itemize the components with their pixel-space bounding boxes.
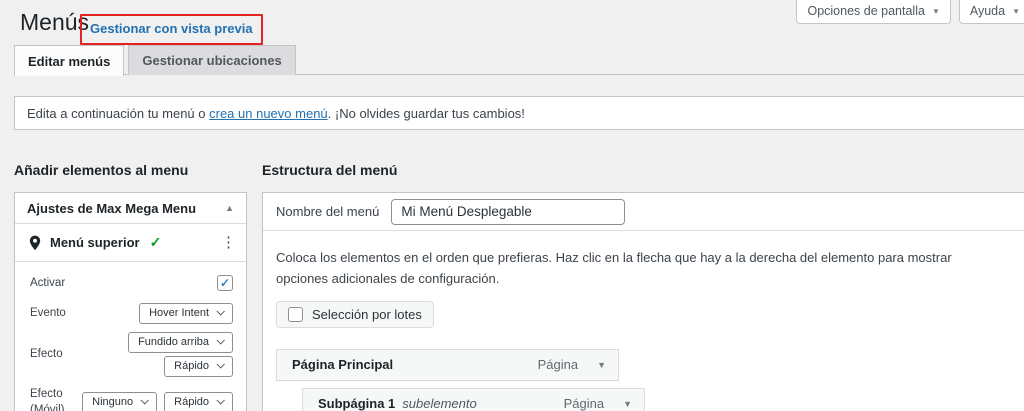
efecto-label: Efecto: [30, 346, 63, 363]
menu-item[interactable]: Subpágina 1 subelemento Página ▼: [302, 388, 645, 411]
item-expand-arrow-icon[interactable]: ▼: [623, 399, 632, 409]
efecto-movil-label: Efecto (Móvil): [30, 386, 65, 411]
evento-label: Evento: [30, 305, 66, 322]
menu-item-type: Página: [538, 357, 578, 372]
chevron-down-icon: [216, 336, 224, 344]
bulk-select-button[interactable]: Selección por lotes: [276, 301, 434, 328]
menu-items-list: Página Principal Página ▼ Subpágina 1 su…: [276, 349, 1004, 411]
help-label: Ayuda: [970, 4, 1005, 18]
chevron-down-icon: ▼: [1012, 7, 1020, 16]
structure-heading: Estructura del menú: [262, 162, 397, 178]
tab-editar-menus[interactable]: Editar menús: [14, 45, 124, 76]
menu-name-row: Nombre del menú: [263, 193, 1024, 231]
panel-header-toggle[interactable]: Ajustes de Max Mega Menu ▲: [15, 193, 246, 224]
location-pin-icon: [28, 235, 42, 251]
activar-label: Activar: [30, 275, 65, 292]
evento-select[interactable]: Hover Intent: [139, 303, 233, 324]
setting-row-efecto: Efecto Fundido arriba Rápido: [30, 332, 233, 377]
menu-item-type: Página: [564, 396, 604, 411]
bulk-select-label: Selección por lotes: [312, 307, 422, 322]
efecto-movil-label-line2: (Móvil): [30, 404, 65, 411]
sidebar-heading: Añadir elementos al menu: [14, 162, 188, 178]
screen-options-label: Opciones de pantalla: [807, 4, 924, 18]
efecto-select[interactable]: Fundido arriba: [128, 332, 233, 353]
setting-row-evento: Evento Hover Intent: [30, 303, 233, 324]
menu-item-sublabel: subelemento: [402, 396, 476, 411]
notice-text-suffix: . ¡No olvides guardar tus cambios!: [328, 106, 525, 121]
efecto-movil-speed-select[interactable]: Rápido: [164, 392, 233, 411]
success-check-icon: ✓: [150, 234, 162, 251]
efecto-select-value: Fundido arriba: [138, 336, 209, 348]
menu-name-label: Nombre del menú: [276, 204, 379, 219]
chevron-down-icon: [216, 360, 224, 368]
menu-item[interactable]: Página Principal Página ▼: [276, 349, 619, 381]
menu-location-label: Menú superior: [50, 235, 140, 250]
structure-description: Coloca los elementos en el orden que pre…: [276, 248, 998, 290]
bulk-select-checkbox[interactable]: [288, 307, 303, 322]
manage-preview-link[interactable]: Gestionar con vista previa: [90, 21, 253, 36]
help-button[interactable]: Ayuda ▼: [959, 0, 1024, 24]
menu-item-title: Subpágina 1: [318, 396, 395, 411]
panel-title: Ajustes de Max Mega Menu: [27, 201, 196, 216]
structure-body: Coloca los elementos en el orden que pre…: [263, 231, 1024, 411]
annotation-highlight-box: Gestionar con vista previa: [80, 14, 263, 45]
item-expand-arrow-icon[interactable]: ▼: [597, 360, 606, 370]
menu-item-title: Página Principal: [292, 357, 393, 372]
evento-select-value: Hover Intent: [149, 307, 209, 319]
nav-tabs: Editar menús Gestionar ubicaciones: [14, 45, 296, 76]
chevron-down-icon: [141, 396, 149, 404]
efecto-movil-speed-value: Rápido: [174, 396, 209, 408]
notice: Edita a continuación tu menú o crea un n…: [14, 96, 1024, 130]
menu-name-input[interactable]: [391, 199, 625, 225]
create-menu-link[interactable]: crea un nuevo menú: [209, 106, 328, 121]
efecto-movil-value: Ninguno: [92, 396, 133, 408]
efecto-movil-label-line1: Efecto: [30, 388, 63, 400]
setting-row-activar: Activar: [30, 275, 233, 292]
notice-text-prefix: Edita a continuación tu menú o: [27, 106, 209, 121]
setting-row-efecto-movil: Efecto (Móvil) Ninguno Rápido: [30, 386, 233, 411]
efecto-speed-value: Rápido: [174, 360, 209, 372]
efecto-movil-select[interactable]: Ninguno: [82, 392, 157, 411]
efecto-speed-select[interactable]: Rápido: [164, 356, 233, 377]
chevron-down-icon: [216, 396, 224, 404]
screen-options-button[interactable]: Opciones de pantalla ▼: [796, 0, 950, 24]
mega-menu-settings: Activar Evento Hover Intent Efecto Fundi…: [15, 262, 246, 411]
tab-gestionar-ubicaciones[interactable]: Gestionar ubicaciones: [128, 45, 295, 75]
page-title: Menús: [20, 9, 89, 36]
menu-structure-panel: Nombre del menú Coloca los elementos en …: [262, 192, 1024, 411]
collapse-arrow-icon[interactable]: ▲: [225, 203, 234, 213]
chevron-down-icon: [216, 307, 224, 315]
menu-location-row: Menú superior ✓ ⋮: [15, 224, 246, 262]
mega-menu-settings-panel: Ajustes de Max Mega Menu ▲ Menú superior…: [14, 192, 247, 411]
chevron-down-icon: ▼: [932, 7, 940, 16]
screen-meta: Opciones de pantalla ▼ Ayuda ▼: [796, 0, 1024, 24]
activar-checkbox[interactable]: [217, 275, 233, 291]
kebab-menu-icon[interactable]: ⋮: [221, 235, 236, 250]
